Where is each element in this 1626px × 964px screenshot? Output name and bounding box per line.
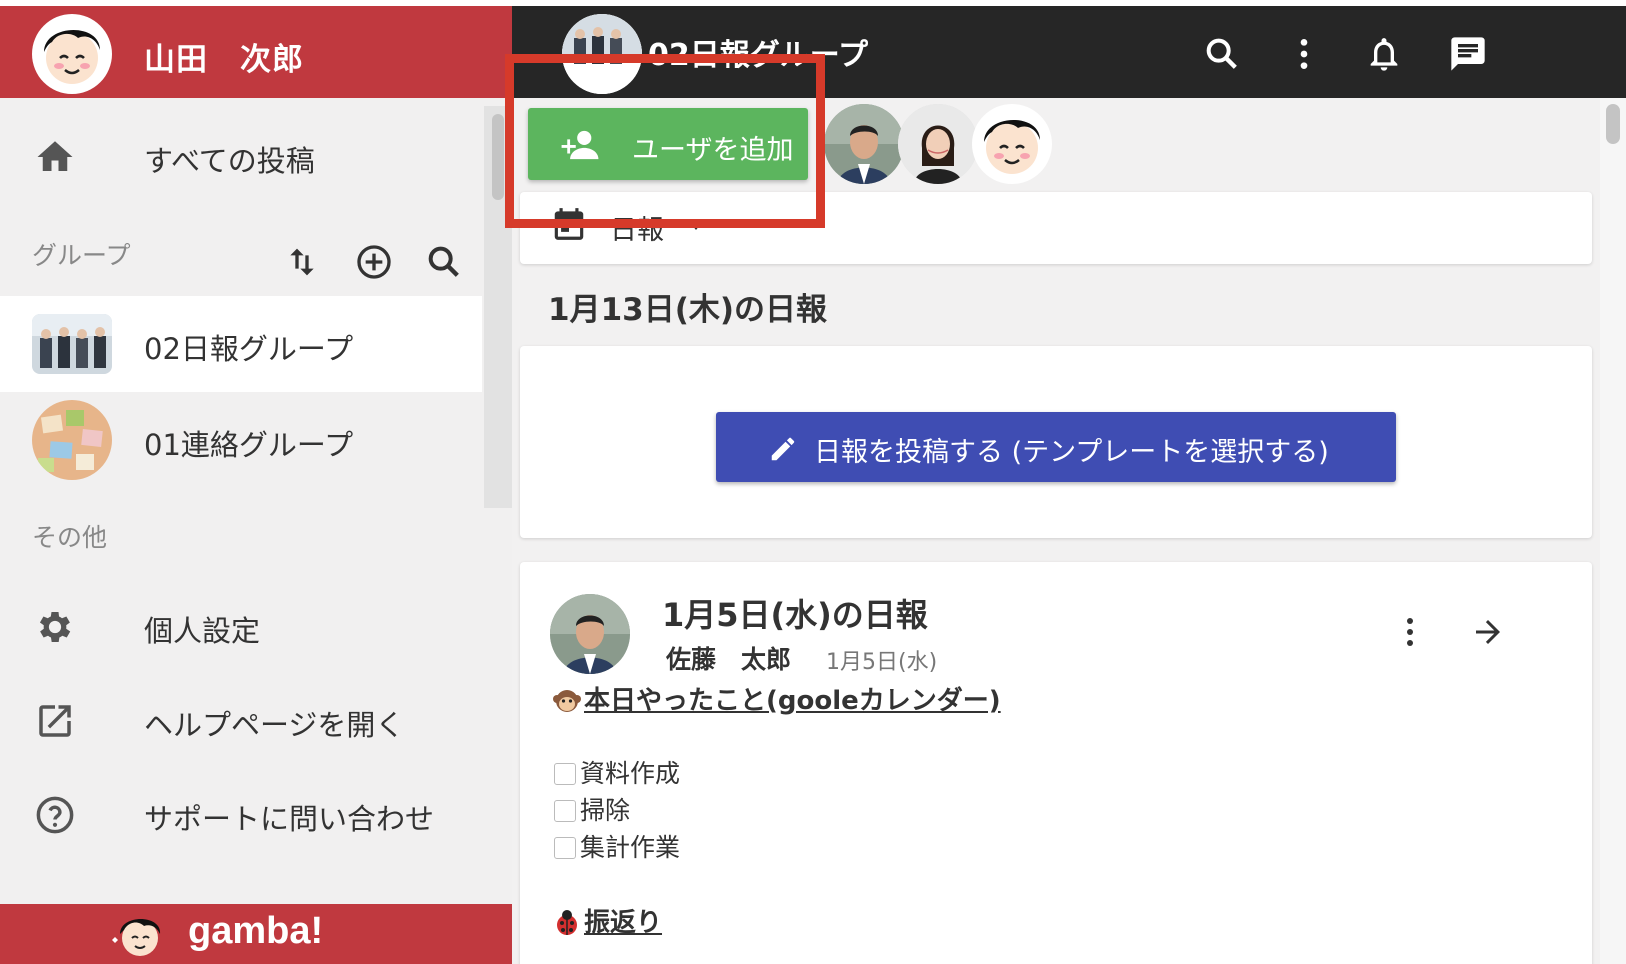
ladybug-icon bbox=[557, 910, 577, 935]
search-icon[interactable] bbox=[1202, 34, 1242, 74]
post-card: 1月5日(水)の日報 佐藤 太郎 1月5日(水) 本日やったこと(gooleカレ… bbox=[520, 562, 1592, 964]
more-vert-icon[interactable] bbox=[1284, 34, 1324, 74]
brand-name: gamba! bbox=[188, 910, 324, 952]
nav-support-label: サポートに問い合わせ bbox=[144, 802, 435, 836]
other-section-label: その他 bbox=[32, 523, 108, 552]
day-heading: 1月13日(木)の日報 bbox=[548, 292, 828, 328]
nav-personal-settings[interactable]: 個人設定 bbox=[0, 578, 482, 674]
compose-label: 日報を投稿する (テンプレートを選択する) bbox=[814, 437, 1329, 468]
add-group-icon[interactable] bbox=[354, 242, 394, 282]
pencil-icon bbox=[771, 437, 795, 461]
member-avatar[interactable] bbox=[898, 104, 978, 184]
chat-icon[interactable] bbox=[1448, 34, 1488, 74]
sidebar-scroll-thumb[interactable] bbox=[492, 114, 504, 200]
post-author: 佐藤 太郎 bbox=[666, 645, 792, 674]
post-section-done[interactable]: 本日やったこと(gooleカレンダー) bbox=[552, 680, 1001, 717]
task-item[interactable]: 資料作成 bbox=[554, 754, 680, 790]
group-name: 01連絡グループ bbox=[144, 428, 354, 462]
gear-icon bbox=[39, 611, 71, 643]
groups-section-label: グループ bbox=[32, 241, 131, 270]
external-link-icon bbox=[39, 705, 71, 737]
group-thumbnail bbox=[32, 314, 112, 374]
task-label: 資料作成 bbox=[580, 759, 681, 788]
task-checkbox[interactable] bbox=[554, 837, 576, 859]
monkey-icon bbox=[553, 690, 581, 712]
nav-personal-settings-label: 個人設定 bbox=[144, 614, 261, 648]
task-checkbox[interactable] bbox=[554, 800, 576, 822]
home-icon bbox=[37, 141, 73, 171]
nav-all-posts-label: すべての投稿 bbox=[144, 144, 315, 178]
main-scrollbar[interactable] bbox=[1600, 98, 1626, 964]
help-icon bbox=[36, 796, 74, 834]
member-avatar[interactable] bbox=[824, 104, 904, 184]
post-date: 1月5日(水) bbox=[826, 650, 938, 675]
member-avatar[interactable] bbox=[972, 104, 1052, 184]
highlight-annotation bbox=[505, 54, 825, 228]
post-section-review[interactable]: 振返り bbox=[552, 902, 662, 939]
arrow-right-icon[interactable] bbox=[1470, 614, 1506, 650]
group-item-daily-report[interactable]: 02日報グループ bbox=[0, 296, 482, 392]
sidebar-footer: gamba! bbox=[0, 904, 512, 964]
task-label: 掃除 bbox=[580, 796, 631, 825]
group-thumbnail bbox=[32, 400, 112, 480]
section-review-title: 振返り bbox=[584, 908, 663, 938]
post-author-avatar[interactable] bbox=[550, 594, 630, 674]
compose-card: 日報を投稿する (テンプレートを選択する) bbox=[520, 346, 1592, 538]
user-name: 山田 次郎 bbox=[144, 42, 304, 78]
post-title[interactable]: 1月5日(水)の日報 bbox=[662, 590, 928, 636]
nav-help-page[interactable]: ヘルプページを開く bbox=[0, 672, 482, 768]
task-checkbox[interactable] bbox=[554, 763, 576, 785]
group-name: 02日報グループ bbox=[144, 332, 354, 366]
more-vert-icon[interactable] bbox=[1400, 614, 1420, 650]
nav-all-posts[interactable]: すべての投稿 bbox=[0, 108, 482, 204]
bell-icon[interactable] bbox=[1364, 34, 1404, 74]
user-avatar[interactable] bbox=[32, 14, 112, 94]
section-done-title: 本日やったこと(gooleカレンダー) bbox=[584, 686, 1001, 716]
task-label: 集計作業 bbox=[580, 833, 681, 862]
gamba-logo-icon bbox=[112, 919, 161, 956]
nav-help-page-label: ヘルプページを開く bbox=[144, 708, 405, 742]
search-groups-icon[interactable] bbox=[424, 242, 464, 282]
sort-icon[interactable] bbox=[282, 242, 322, 282]
nav-support[interactable]: サポートに問い合わせ bbox=[0, 766, 482, 862]
compose-report-button[interactable]: 日報を投稿する (テンプレートを選択する) bbox=[716, 412, 1396, 482]
task-item[interactable]: 集計作業 bbox=[554, 828, 680, 864]
sidebar: 山田 次郎 すべての投稿 グループ 02日報グループ 01連絡グループ その他 … bbox=[0, 6, 512, 964]
main-scroll-thumb[interactable] bbox=[1606, 104, 1620, 144]
sidebar-header: 山田 次郎 bbox=[0, 6, 512, 98]
group-item-contact[interactable]: 01連絡グループ bbox=[0, 392, 482, 488]
task-item[interactable]: 掃除 bbox=[554, 791, 630, 827]
